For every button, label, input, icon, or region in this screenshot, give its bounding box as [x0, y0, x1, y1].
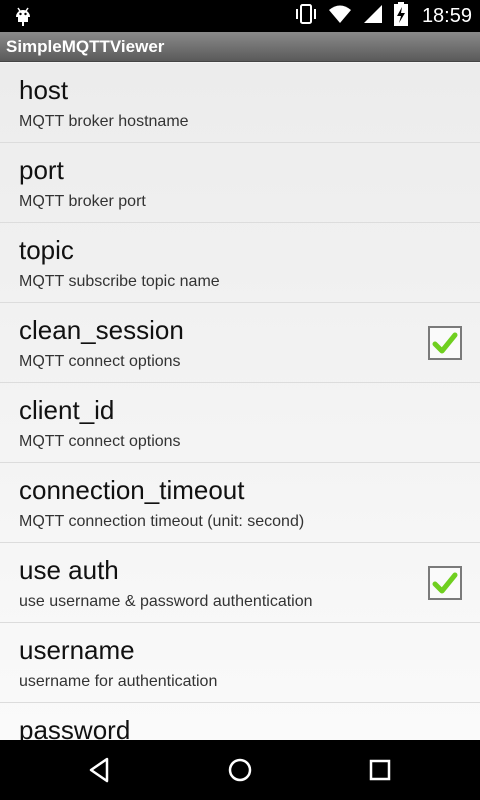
pref-title: use auth: [19, 555, 119, 585]
use-auth-checkbox[interactable]: [428, 566, 462, 600]
pref-title: topic: [19, 235, 74, 265]
pref-summary: MQTT connect options: [19, 433, 181, 450]
pref-title: password: [19, 715, 131, 740]
pref-item-topic[interactable]: topic MQTT subscribe topic name: [0, 223, 480, 303]
pref-summary: MQTT subscribe topic name: [19, 273, 220, 290]
preferences-list[interactable]: host MQTT broker hostname port MQTT brok…: [0, 63, 480, 740]
pref-title: host: [19, 75, 69, 105]
pref-summary: MQTT broker hostname: [19, 113, 189, 130]
pref-summary: MQTT connect options: [19, 353, 181, 370]
android-debug-icon: [12, 5, 34, 27]
vibrate-icon: [294, 3, 318, 30]
back-icon[interactable]: [85, 755, 115, 785]
navigation-bar: [0, 740, 480, 800]
pref-summary: MQTT broker port: [19, 193, 146, 210]
pref-item-password[interactable]: password: [0, 703, 480, 740]
pref-title: port: [19, 155, 64, 185]
wifi-icon: [328, 3, 352, 30]
pref-summary: username for authentication: [19, 673, 218, 690]
pref-summary: use username & password authentication: [19, 593, 313, 610]
pref-item-client-id[interactable]: client_id MQTT connect options: [0, 383, 480, 463]
clean-session-checkbox[interactable]: [428, 326, 462, 360]
pref-item-connection-timeout[interactable]: connection_timeout MQTT connection timeo…: [0, 463, 480, 543]
pref-summary: MQTT connection timeout (unit: second): [19, 513, 305, 530]
status-time: 18:59: [421, 4, 472, 27]
app-title-bar: SimpleMQTTViewer: [0, 32, 480, 62]
check-mark-icon: [432, 572, 458, 594]
check-mark-icon: [432, 332, 458, 354]
pref-item-clean-session[interactable]: clean_session MQTT connect options: [0, 303, 480, 383]
pref-item-host[interactable]: host MQTT broker hostname: [0, 63, 480, 143]
home-icon[interactable]: [225, 755, 255, 785]
recents-icon[interactable]: [365, 755, 395, 785]
signal-icon: [362, 3, 384, 30]
pref-item-use-auth[interactable]: use auth use username & password authent…: [0, 543, 480, 623]
pref-title: connection_timeout: [19, 475, 245, 505]
pref-title: clean_session: [19, 315, 184, 345]
pref-item-port[interactable]: port MQTT broker port: [0, 143, 480, 223]
pref-item-username[interactable]: username username for authentication: [0, 623, 480, 703]
pref-title: client_id: [19, 395, 115, 425]
pref-title: username: [19, 635, 135, 665]
app-title: SimpleMQTTViewer: [6, 36, 165, 56]
status-bar: 18:59: [0, 0, 480, 32]
battery-charging-icon: [393, 1, 408, 31]
